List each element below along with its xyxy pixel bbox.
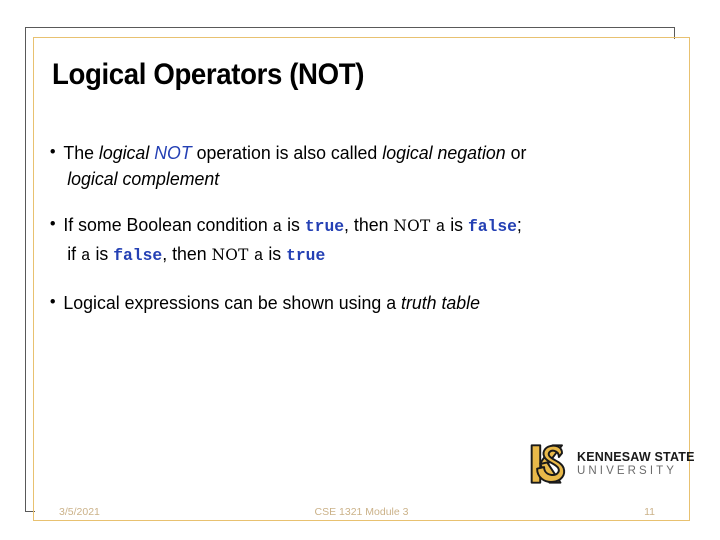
text-run-plain: If some Boolean condition: [63, 214, 273, 235]
text-run-plain: is: [263, 243, 287, 264]
ksu-wordmark: KENNESAW STATE UNIVERSITY: [577, 450, 695, 478]
bullet-line: if a is false, then NOT a is true: [63, 241, 643, 270]
text-run-code: a: [272, 217, 283, 236]
footer-course-label: CSE 1321 Module 3: [311, 505, 412, 519]
text-run-blue-italic: NOT: [154, 142, 192, 163]
text-run-plain: operation is also called: [191, 142, 383, 163]
text-run-plain: , then: [344, 214, 394, 235]
bullet-definition: • The logical NOT operation is also calle…: [48, 140, 643, 192]
text-run-code-serif: NOT: [211, 245, 254, 264]
text-run-italic: logical: [98, 142, 155, 163]
bullet-marker: •: [49, 214, 56, 233]
ksu-name-line1: KENNESAW STATE: [577, 450, 695, 464]
text-run-code-keyword: false: [113, 247, 163, 266]
footer-page-number: 11: [641, 505, 658, 519]
kennesaw-state-university-logo: KENNESAW STATE UNIVERSITY: [528, 441, 694, 487]
slide-content: Logical Operators (NOT) • The logical NOT…: [0, 0, 720, 540]
text-run-plain: , then: [162, 243, 212, 264]
bullet-truth-table: • Logical expressions can be shown using …: [48, 290, 643, 316]
bullet-condition: • If some Boolean condition a is true, th…: [48, 212, 643, 270]
text-run-plain: if: [67, 243, 82, 264]
text-run-code-keyword: false: [467, 218, 517, 237]
bullet-line: Logical expressions can be shown using a…: [63, 290, 643, 316]
bullet-marker: •: [49, 292, 56, 311]
text-run-italic: logical complement: [67, 168, 220, 189]
text-run-italic: logical negation: [382, 142, 506, 163]
text-run-plain: is: [90, 243, 114, 264]
text-run-plain: is: [282, 214, 305, 235]
footer-date: 3/5/2021: [56, 505, 103, 519]
bullet-line: The logical NOT operation is also called…: [63, 140, 643, 166]
text-run-code: a: [253, 246, 264, 265]
ksu-name-line2: UNIVERSITY: [577, 465, 678, 477]
text-run-code: a: [81, 246, 91, 265]
text-run-code-serif: NOT: [393, 216, 436, 235]
text-run-plain: The: [63, 142, 99, 163]
ksu-monogram-icon: [530, 444, 566, 484]
text-run-code-keyword: true: [286, 247, 326, 266]
text-run-code-keyword: true: [304, 218, 345, 237]
text-run-plain: is: [445, 214, 468, 235]
text-run-plain: Logical expressions can be shown using a: [63, 292, 402, 313]
slide-footer: 3/5/2021 CSE 1321 Module 3 11: [33, 505, 690, 525]
bullet-marker: •: [49, 142, 56, 161]
text-run-code: a: [435, 217, 446, 236]
slide-body-bullet-list: • The logical NOT operation is also calle…: [48, 140, 668, 336]
slide-title: Logical Operators (NOT): [52, 58, 365, 91]
bullet-line: If some Boolean condition a is true, the…: [63, 212, 643, 241]
text-run-plain: or: [505, 142, 527, 163]
bullet-line: logical complement: [63, 166, 643, 192]
text-run-plain: ;: [516, 214, 522, 235]
text-run-italic: truth table: [401, 292, 480, 313]
